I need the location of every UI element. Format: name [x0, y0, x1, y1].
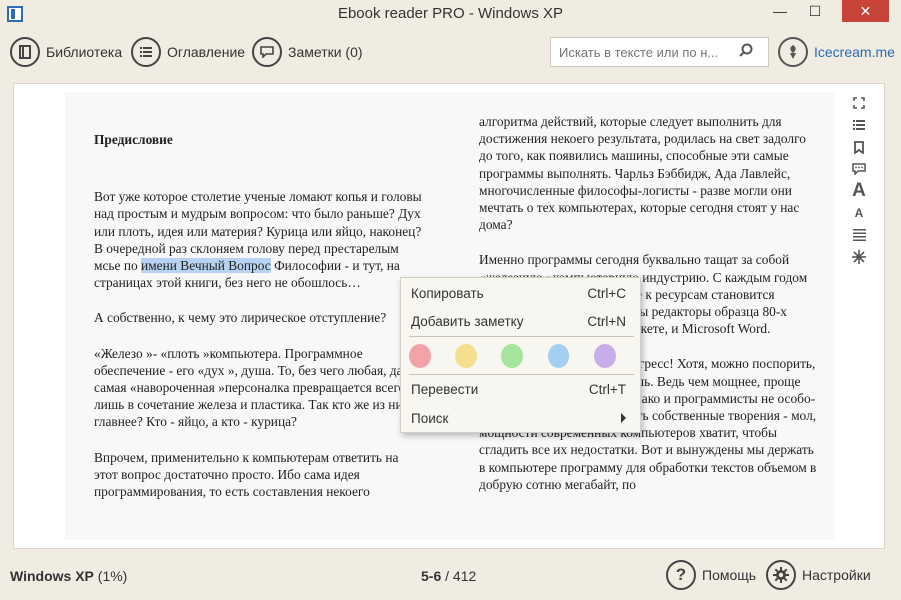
menu-item-label: Поиск [411, 410, 449, 426]
help-icon: ? [666, 560, 696, 590]
close-button[interactable]: ✕ [842, 0, 889, 22]
brightness-icon[interactable] [849, 246, 869, 268]
settings-button[interactable]: Настройки [766, 560, 871, 590]
paragraph: алгоритма действий, которые следует выпо… [479, 114, 806, 233]
menu-item-shortcut: Ctrl+N [587, 313, 626, 329]
align-justify-icon[interactable] [849, 224, 869, 246]
highlight-color-picker [401, 341, 640, 371]
menu-separator [409, 374, 634, 375]
bookmark-icon[interactable] [849, 136, 869, 158]
notes-button[interactable]: Заметки (0) [252, 36, 363, 68]
contents-label: Оглавление [167, 44, 246, 60]
library-button[interactable]: Библиотека [10, 36, 122, 68]
current-pages: 5-6 [421, 568, 442, 584]
toolbar: Библиотека Оглавление Заметки (0) Icecre… [0, 32, 901, 72]
menu-item-label: Копировать [411, 285, 484, 301]
menu-item-search[interactable]: Поиск [401, 406, 640, 430]
highlight-color-green[interactable] [501, 344, 524, 368]
paragraph: Впрочем, применительно к компьютерам отв… [94, 449, 399, 500]
page-indicator: 5-6 / 412 [421, 568, 476, 584]
menu-item-translate[interactable]: Перевести Ctrl+T [401, 377, 640, 401]
menu-separator [409, 336, 634, 337]
title-bar: Ebook reader PRO - Windows XP — ☐ ✕ [0, 0, 901, 28]
search-icon[interactable] [739, 43, 753, 62]
help-label: Помощь [702, 567, 757, 583]
selected-text[interactable]: имени Вечный Вопрос [141, 258, 271, 274]
menu-item-shortcut: Ctrl+C [587, 285, 626, 301]
menu-item-shortcut: Ctrl+T [588, 381, 626, 397]
maximize-button[interactable]: ☐ [800, 0, 830, 22]
total-pages: / 412 [445, 568, 477, 584]
list-icon [131, 37, 161, 67]
comment-icon[interactable] [849, 158, 869, 180]
highlight-color-yellow[interactable] [455, 344, 477, 368]
menu-item-label: Добавить заметку [411, 313, 524, 329]
book-icon [10, 37, 40, 67]
brand-link[interactable]: Icecream.me [778, 37, 895, 67]
paragraph: Вот уже которое столетие ученые ломают к… [94, 188, 424, 291]
book-title: Windows XP [10, 568, 94, 584]
library-label: Библиотека [46, 44, 123, 60]
chapter-heading: Предисловие [94, 132, 173, 147]
highlight-color-blue[interactable] [547, 344, 570, 368]
font-increase-icon[interactable]: A [849, 180, 869, 202]
search-box [550, 37, 769, 67]
book-progress: (1%) [97, 568, 128, 584]
left-page-column: Предисловие Вот уже которое столетие уче… [94, 131, 424, 518]
paragraph: А собственно, к чему это лирическое отст… [94, 310, 387, 326]
highlight-color-purple[interactable] [593, 344, 616, 368]
menu-item-copy[interactable]: Копировать Ctrl+C [401, 281, 640, 305]
notes-label: Заметки (0) [288, 44, 363, 60]
minimize-button[interactable]: — [765, 0, 795, 22]
status-bar: Windows XP (1%) 5-6 / 412 ? Помощь Настр… [0, 556, 901, 596]
menu-item-add-note[interactable]: Добавить заметку Ctrl+N [401, 309, 640, 333]
help-button[interactable]: ? Помощь [666, 560, 756, 590]
comment-icon [252, 37, 282, 67]
icecream-logo-icon [778, 37, 808, 67]
fullscreen-icon[interactable] [849, 92, 869, 114]
settings-label: Настройки [802, 567, 871, 583]
gear-icon [766, 560, 796, 590]
menu-item-label: Перевести [411, 381, 479, 397]
font-decrease-icon[interactable]: A [849, 202, 869, 224]
highlight-color-red[interactable] [409, 344, 431, 368]
context-menu: Копировать Ctrl+C Добавить заметку Ctrl+… [400, 277, 641, 433]
submenu-arrow-icon [621, 413, 626, 423]
list-icon[interactable] [849, 114, 869, 136]
reader-tools-strip: A A [849, 92, 869, 268]
paragraph: «Железо »- «плоть »компьютера. Программн… [94, 345, 418, 430]
search-input[interactable] [559, 44, 739, 60]
brand-label: Icecream.me [814, 44, 895, 60]
contents-button[interactable]: Оглавление [131, 36, 245, 68]
book-status: Windows XP (1%) [10, 568, 127, 584]
